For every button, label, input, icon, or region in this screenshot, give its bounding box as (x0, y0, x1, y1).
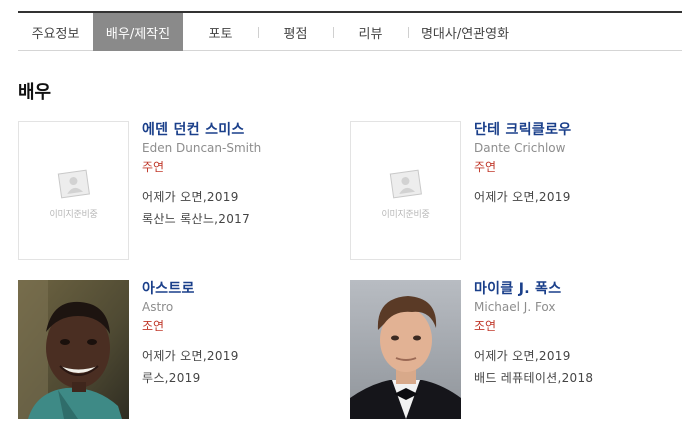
actor-name-link[interactable]: 아스트로 (142, 280, 342, 298)
actor-info: 단테 크릭클로우 Dante Crichlow 주연 어제가 오면,2019 (474, 121, 674, 211)
tab-main-info[interactable]: 주요정보 (18, 13, 93, 51)
tab-ratings[interactable]: 평점 (258, 13, 333, 51)
actor-card: 이미지준비중 에덴 던컨 스미스 Eden Duncan-Smith 주연 어제… (18, 121, 348, 261)
filmography-item[interactable]: 어제가 오면,2019 (142, 189, 342, 205)
young-smiling-man-portrait (18, 280, 129, 419)
actor-photo[interactable] (18, 280, 129, 419)
actor-role: 조연 (142, 319, 165, 333)
image-placeholder-icon (389, 169, 422, 198)
actor-photo[interactable] (350, 280, 461, 419)
actor-info: 에덴 던컨 스미스 Eden Duncan-Smith 주연 어제가 오면,20… (142, 121, 342, 233)
tab-photos[interactable]: 포토 (183, 13, 258, 51)
tab-bar: 주요정보 배우/제작진 포토 평점 리뷰 명대사/연관영화 (18, 11, 682, 51)
man-in-tuxedo-portrait (350, 280, 461, 419)
section-title: 배우 (18, 82, 52, 103)
tab-cast-crew[interactable]: 배우/제작진 (93, 13, 183, 51)
actor-photo-placeholder[interactable]: 이미지준비중 (350, 121, 461, 260)
actor-name-link[interactable]: 마이클 J. 폭스 (474, 280, 674, 298)
tab-quotes-related[interactable]: 명대사/연관영화 (408, 13, 522, 51)
actor-english-name: Dante Crichlow (474, 141, 566, 155)
actor-card: 마이클 J. 폭스 Michael J. Fox 조연 어제가 오면,2019 … (350, 280, 680, 420)
placeholder-text: 이미지준비중 (381, 209, 430, 220)
filmography-item[interactable]: 루스,2019 (142, 370, 342, 386)
actor-info: 마이클 J. 폭스 Michael J. Fox 조연 어제가 오면,2019 … (474, 280, 674, 392)
filmography-item[interactable]: 어제가 오면,2019 (142, 348, 342, 364)
actor-card: 이미지준비중 단테 크릭클로우 Dante Crichlow 주연 어제가 오면… (350, 121, 680, 261)
filmography-item[interactable]: 어제가 오면,2019 (474, 348, 674, 364)
actor-english-name: Astro (142, 300, 174, 314)
filmography-item[interactable]: 배드 레퓨테이션,2018 (474, 370, 674, 386)
actor-info: 아스트로 Astro 조연 어제가 오면,2019 루스,2019 (142, 280, 342, 392)
actor-role: 조연 (474, 319, 497, 333)
filmography-item[interactable]: 록산느 록산느,2017 (142, 211, 342, 227)
filmography: 어제가 오면,2019 루스,2019 (142, 348, 342, 386)
actor-name-link[interactable]: 에덴 던컨 스미스 (142, 121, 342, 139)
actor-english-name: Michael J. Fox (474, 300, 556, 314)
filmography: 어제가 오면,2019 배드 레퓨테이션,2018 (474, 348, 674, 386)
actor-name-link[interactable]: 단테 크릭클로우 (474, 121, 674, 139)
filmography: 어제가 오면,2019 록산느 록산느,2017 (142, 189, 342, 227)
actor-card: 아스트로 Astro 조연 어제가 오면,2019 루스,2019 (18, 280, 348, 420)
actor-english-name: Eden Duncan-Smith (142, 141, 262, 155)
actor-role: 주연 (142, 160, 165, 174)
image-placeholder-icon (57, 169, 90, 198)
filmography-item[interactable]: 어제가 오면,2019 (474, 189, 674, 205)
placeholder-text: 이미지준비중 (49, 209, 98, 220)
tab-reviews[interactable]: 리뷰 (333, 13, 408, 51)
actor-photo-placeholder[interactable]: 이미지준비중 (18, 121, 129, 260)
filmography: 어제가 오면,2019 (474, 189, 674, 205)
actor-role: 주연 (474, 160, 497, 174)
